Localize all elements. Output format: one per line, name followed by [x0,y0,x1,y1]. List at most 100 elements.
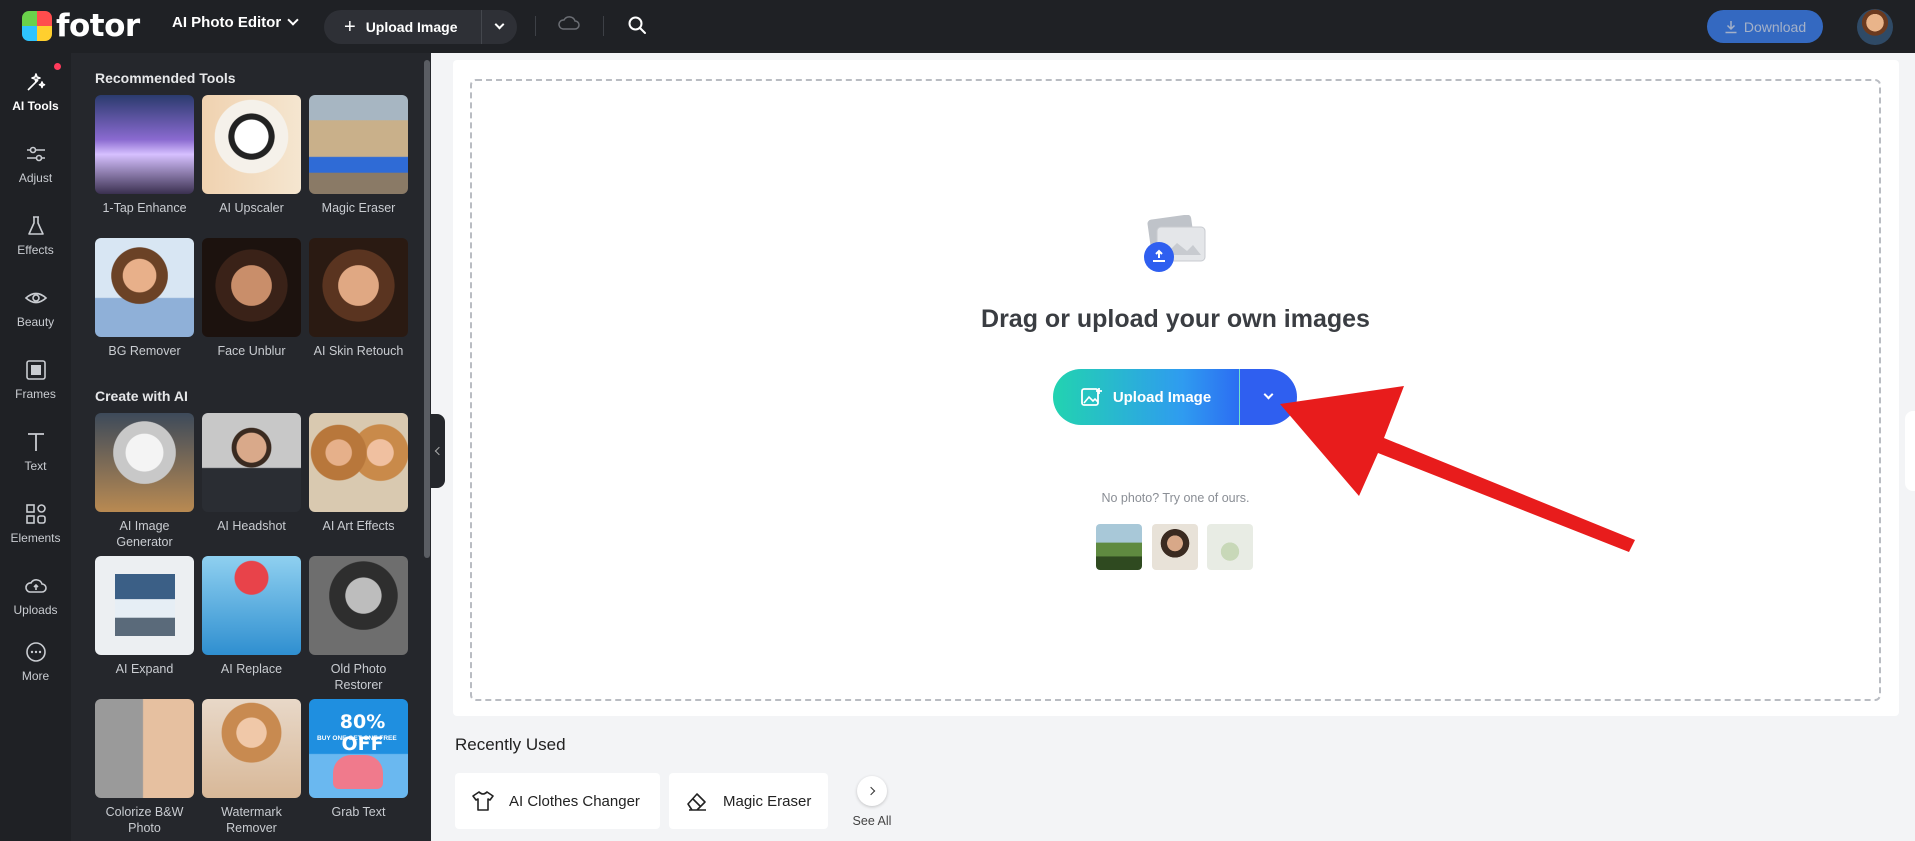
tool-thumbnail [202,556,301,655]
editor-mode-label: AI Photo Editor [172,14,282,31]
download-label: Download [1743,18,1807,35]
panel-scrollbar[interactable] [424,60,430,558]
rail-item-label: Beauty [16,314,55,329]
dropzone-title: Drag or upload your own images [981,305,1370,333]
tool-thumbnail [309,413,408,512]
tool-face-unblur[interactable]: Face Unblur [202,238,301,359]
rail-item-effects[interactable]: Effects [0,205,71,265]
tool-ai-replace[interactable]: AI Replace [202,556,301,677]
recent-ai-clothes-changer[interactable]: AI Clothes Changer [455,773,660,829]
chevron-down-icon [494,19,505,30]
tool-ai-image-generator[interactable]: AI Image Generator [95,413,194,550]
rail-item-more[interactable]: More [0,631,71,691]
top-upload-dropdown-button[interactable] [482,19,517,30]
tool-label: 1-Tap Enhance [102,201,187,215]
notification-dot [54,63,61,70]
tool-1-tap-enhance[interactable]: 1-Tap Enhance [95,95,194,216]
tool-thumbnail [309,95,408,194]
tool-ai-headshot[interactable]: AI Headshot [202,413,301,534]
rail-item-beauty[interactable]: Beauty [0,277,71,337]
sample-photo-landscape[interactable] [1096,524,1142,570]
main-upload-dropdown-button[interactable] [1240,369,1297,425]
chevron-down-icon [287,14,299,26]
top-upload-label: Upload Image [365,19,458,35]
chevron-left-icon [434,446,444,456]
sample-photo-still-life[interactable] [1207,524,1253,570]
see-all-label: See All [852,814,892,828]
tool-label: Magic Eraser [321,201,396,215]
main-upload-button[interactable]: Upload Image [1053,369,1240,425]
rail-item-label: Effects [17,242,54,257]
tool-thumbnail [309,238,408,337]
more-icon [25,641,46,662]
fotor-logo[interactable]: fotor [22,8,140,44]
download-button[interactable]: Download [1707,10,1823,43]
tool-label: Grab Text [331,805,386,819]
chevron-right-icon [857,776,887,806]
see-all-button[interactable]: See All [852,776,892,828]
tool-ai-art-effects[interactable]: AI Art Effects [309,413,408,534]
cloud-upload-icon [24,578,47,593]
rail-item-text[interactable]: Text [0,421,71,481]
collapse-panel-button[interactable] [431,414,445,488]
rail-item-label: Adjust [18,170,53,185]
tool-grab-text[interactable]: 80% OFF BUY ONE GET ONE FREE Grab Text [309,699,408,820]
rail-item-label: Frames [15,386,56,401]
rail-item-elements[interactable]: Elements [0,493,71,553]
tool-magic-eraser[interactable]: Magic Eraser [309,95,408,216]
tool-watermark-remover[interactable]: Watermark Remover [202,699,301,836]
expand-preview [115,574,175,636]
tool-ai-expand[interactable]: AI Expand [95,556,194,677]
rail-item-label: Uploads [13,602,58,617]
rail-item-label: More [21,668,50,683]
tool-label: AI Expand [115,662,174,676]
tool-thumbnail [309,556,408,655]
sample-photo-portrait[interactable] [1152,524,1198,570]
tool-colorize-bw-photo[interactable]: Colorize B&W Photo [95,699,194,836]
left-rail: AI Tools Adjust Effects Beauty Frames Te… [0,53,71,841]
top-upload-group: + Upload Image [324,10,517,44]
tool-label: Colorize B&W Photo [105,805,184,835]
tool-ai-skin-retouch[interactable]: AI Skin Retouch [309,238,408,359]
recently-used-title: Recently Used [455,735,566,754]
tool-bg-remover[interactable]: BG Remover [95,238,194,359]
right-panel-handle[interactable] [1905,411,1915,491]
chair-shape [333,755,383,789]
recommended-tools-title: Recommended Tools [95,70,236,86]
tool-old-photo-restorer[interactable]: Old Photo Restorer [309,556,408,693]
promo-text: 80% OFF [339,711,386,755]
tool-thumbnail [202,699,301,798]
rail-item-ai-tools[interactable]: AI Tools [0,61,71,121]
tool-label: BG Remover [108,344,181,358]
divider [603,16,604,36]
divider [535,16,536,36]
main-upload-label: Upload Image [1112,388,1212,406]
chevron-down-icon [1263,389,1274,400]
recent-item-label: AI Clothes Changer [509,792,640,810]
logo-mark-icon [22,11,52,41]
rail-item-label: AI Tools [12,98,59,113]
plus-icon: + [344,15,356,38]
text-icon [27,432,44,451]
editor-mode-dropdown[interactable]: AI Photo Editor [172,14,299,31]
recent-magic-eraser[interactable]: Magic Eraser [669,773,828,829]
user-avatar[interactable] [1857,9,1893,45]
cloud-icon[interactable] [558,16,580,30]
tool-thumbnail [202,413,301,512]
tool-thumbnail [95,699,194,798]
tool-thumbnail [95,238,194,337]
rail-item-frames[interactable]: Frames [0,349,71,409]
eraser-icon [687,793,706,811]
tool-thumbnail [95,413,194,512]
rail-item-uploads[interactable]: Uploads [0,565,71,625]
search-icon[interactable] [627,15,647,35]
rail-item-label: Text [24,458,47,473]
tool-thumbnail [202,95,301,194]
top-upload-button[interactable]: + Upload Image [324,10,482,44]
tool-label: Watermark Remover [221,805,282,835]
rail-item-adjust[interactable]: Adjust [0,133,71,193]
tool-label: AI Replace [220,662,283,676]
tool-label: AI Headshot [217,519,286,533]
tool-ai-upscaler[interactable]: AI Upscaler [202,95,301,216]
tool-label: AI Art Effects [322,519,395,533]
